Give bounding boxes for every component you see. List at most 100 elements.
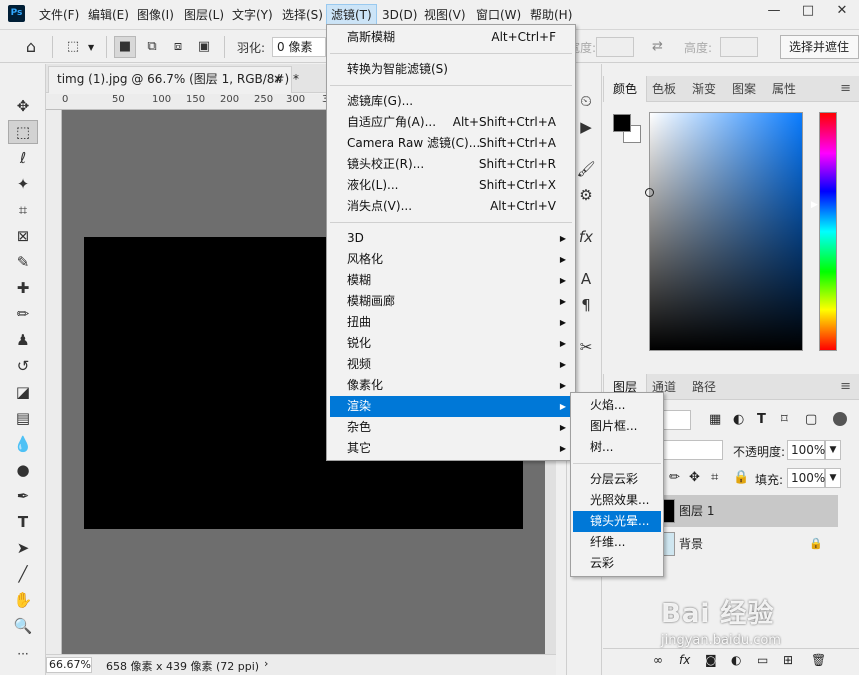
panel-menu-icon[interactable]: ≡ — [840, 81, 851, 96]
menu-item-pixelate[interactable]: 像素化 ▶ — [330, 375, 572, 396]
filter-toggle-icon[interactable] — [833, 412, 847, 426]
add-selection-icon[interactable]: ⧉ — [141, 36, 163, 58]
line-tool-icon[interactable]: ╱ — [8, 562, 38, 586]
menu-3d[interactable]: 3D(D) — [378, 4, 421, 26]
eyedropper-tool-icon[interactable]: ✎ — [8, 250, 38, 274]
menu-item-video[interactable]: 视频 ▶ — [330, 354, 572, 375]
feather-input[interactable]: 0 像素 — [272, 37, 326, 57]
menu-item-fibers[interactable]: 纤维... — [573, 532, 661, 553]
menu-item-gaussian-blur[interactable]: 高斯模糊 Alt+Ctrl+F — [330, 27, 572, 48]
zoom-tool-icon[interactable]: 🔍 — [8, 614, 38, 638]
menu-view[interactable]: 视图(V) — [420, 4, 470, 26]
layer-kind-select[interactable] — [663, 410, 691, 430]
menu-item-lighting-effects[interactable]: 光照效果... — [573, 490, 661, 511]
lock-position-icon[interactable]: ✥ — [689, 470, 700, 485]
menu-item-blur[interactable]: 模糊 ▶ — [330, 270, 572, 291]
menu-item-flame[interactable]: 火焰... — [573, 395, 661, 416]
zoom-input[interactable]: 66.67% — [46, 657, 92, 673]
panel-menu-icon[interactable]: ≡ — [840, 379, 851, 394]
intersect-selection-icon[interactable]: ▣ — [193, 36, 215, 58]
tool-presets-icon[interactable]: ✂ — [575, 336, 597, 358]
fill-input[interactable]: 100% — [787, 468, 825, 488]
menu-image[interactable]: 图像(I) — [133, 4, 178, 26]
brush-panel-icon[interactable]: 🖌 — [575, 158, 597, 180]
layer-name[interactable]: 背景 — [679, 528, 703, 560]
menu-item-3d[interactable]: 3D ▶ — [330, 228, 572, 249]
opacity-input[interactable]: 100% — [787, 440, 825, 460]
frame-tool-icon[interactable]: ⊠ — [8, 224, 38, 248]
lock-artboard-icon[interactable]: ⌗ — [711, 470, 718, 485]
shape-filter-icon[interactable]: ⌑ — [781, 412, 788, 427]
menu-item-adaptive-wide-angle[interactable]: 自适应广角(A)... Alt+Shift+Ctrl+A — [330, 112, 572, 133]
menu-type[interactable]: 文字(Y) — [228, 4, 277, 26]
marquee-preset-icon[interactable]: ⬚ — [62, 36, 84, 58]
menu-filter[interactable]: 滤镜(T) — [326, 4, 377, 26]
menu-item-sharpen[interactable]: 锐化 ▶ — [330, 333, 572, 354]
menu-item-filter-gallery[interactable]: 滤镜库(G)... — [330, 91, 572, 112]
history-panel-icon[interactable]: ⏲ — [575, 90, 597, 112]
blur-tool-icon[interactable]: 💧 — [8, 432, 38, 456]
lasso-tool-icon[interactable]: ℓ — [8, 146, 38, 170]
menu-item-tree[interactable]: 树... — [573, 437, 661, 458]
hand-tool-icon[interactable]: ✋ — [8, 588, 38, 612]
type-filter-icon[interactable]: T — [757, 412, 766, 427]
blend-mode-select[interactable] — [663, 440, 723, 460]
close-button[interactable]: ✕ — [825, 0, 859, 24]
menu-item-convert-smart-filter[interactable]: 转换为智能滤镜(S) — [330, 59, 572, 80]
tab-paths[interactable]: 路径 — [683, 374, 725, 400]
marquee-tool-icon[interactable]: ⬚ — [8, 120, 38, 144]
pen-tool-icon[interactable]: ✒ — [8, 484, 38, 508]
actions-panel-icon[interactable]: ▶ — [575, 116, 597, 138]
crop-tool-icon[interactable]: ⌗ — [8, 198, 38, 222]
close-tab-icon[interactable]: × — [273, 67, 283, 92]
lock-all-icon[interactable]: 🔒 — [733, 470, 749, 485]
select-and-mask-button[interactable]: 选择并遮住 — [780, 35, 859, 59]
menu-item-lens-correction[interactable]: 镜头校正(R)... Shift+Ctrl+R — [330, 154, 572, 175]
character-panel-icon[interactable]: A — [575, 268, 597, 290]
tab-swatches[interactable]: 色板 — [643, 76, 685, 102]
history-brush-tool-icon[interactable]: ↺ — [8, 354, 38, 378]
menu-select[interactable]: 选择(S) — [278, 4, 327, 26]
chevron-down-icon[interactable]: ▼ — [825, 440, 841, 460]
hue-slider-handle[interactable]: ▶ — [811, 200, 818, 210]
eraser-tool-icon[interactable]: ◪ — [8, 380, 38, 404]
home-icon[interactable]: ⌂ — [20, 36, 42, 58]
chevron-right-icon[interactable]: › — [264, 657, 268, 670]
menu-item-difference-clouds[interactable]: 分层云彩 — [573, 469, 661, 490]
menu-item-clouds[interactable]: 云彩 — [573, 553, 661, 574]
paragraph-panel-icon[interactable]: ¶ — [575, 294, 597, 316]
width-input[interactable] — [596, 37, 634, 57]
height-input[interactable] — [720, 37, 758, 57]
menu-item-stylize[interactable]: 风格化 ▶ — [330, 249, 572, 270]
menu-item-vanishing-point[interactable]: 消失点(V)... Alt+Ctrl+V — [330, 196, 572, 217]
styles-panel-icon[interactable]: fx — [575, 226, 597, 248]
healing-brush-tool-icon[interactable]: ✚ — [8, 276, 38, 300]
menu-layer[interactable]: 图层(L) — [180, 4, 228, 26]
chevron-down-icon[interactable]: ▼ — [88, 43, 94, 52]
foreground-color-swatch[interactable] — [613, 114, 631, 132]
menu-item-picture-frame[interactable]: 图片框... — [573, 416, 661, 437]
menu-item-liquify[interactable]: 液化(L)... Shift+Ctrl+X — [330, 175, 572, 196]
lock-brush-icon[interactable]: ✏ — [669, 470, 680, 485]
menu-item-render[interactable]: 渲染 ▶ — [330, 396, 572, 417]
clone-stamp-tool-icon[interactable]: ♟ — [8, 328, 38, 352]
menu-item-distort[interactable]: 扭曲 ▶ — [330, 312, 572, 333]
tab-gradients[interactable]: 渐变 — [683, 76, 725, 102]
color-picker-field[interactable] — [649, 112, 803, 351]
menu-file[interactable]: 文件(F) — [35, 4, 83, 26]
menu-help[interactable]: 帮助(H) — [526, 4, 576, 26]
document-tab[interactable]: timg (1).jpg @ 66.7% (图层 1, RGB/8#) * × — [48, 66, 299, 93]
menu-edit[interactable]: 编辑(E) — [84, 4, 133, 26]
pixel-filter-icon[interactable]: ▦ — [709, 412, 721, 427]
menu-item-noise[interactable]: 杂色 ▶ — [330, 417, 572, 438]
adjustment-filter-icon[interactable]: ◐ — [733, 412, 744, 427]
tab-patterns[interactable]: 图案 — [723, 76, 765, 102]
brush-settings-icon[interactable]: ⚙ — [575, 184, 597, 206]
gradient-tool-icon[interactable]: ▤ — [8, 406, 38, 430]
menu-window[interactable]: 窗口(W) — [472, 4, 525, 26]
menu-item-blur-gallery[interactable]: 模糊画廊 ▶ — [330, 291, 572, 312]
swap-icon[interactable]: ⇄ — [652, 39, 663, 54]
tab-properties[interactable]: 属性 — [763, 76, 805, 102]
maximize-button[interactable]: □ — [791, 0, 825, 24]
type-tool-icon[interactable]: T — [8, 510, 38, 534]
